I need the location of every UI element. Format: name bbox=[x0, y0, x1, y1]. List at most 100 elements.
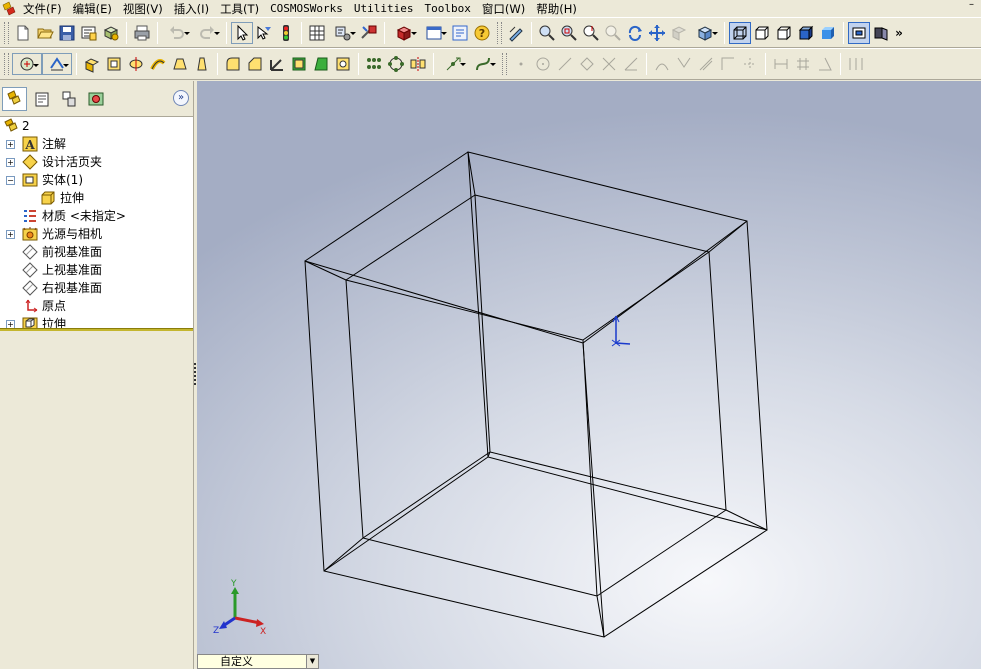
extruded-boss-button[interactable] bbox=[81, 53, 103, 75]
zoom-to-area-button[interactable] bbox=[558, 22, 580, 44]
revolve-button[interactable] bbox=[125, 53, 147, 75]
menu-utilities[interactable]: Utilities bbox=[350, 1, 421, 17]
tree-item-annotations[interactable]: + A 注解 bbox=[0, 135, 193, 153]
menu-tools[interactable]: 工具(T) bbox=[216, 1, 266, 17]
window-layout-button[interactable] bbox=[419, 22, 449, 44]
menu-toolbox[interactable]: Toolbox bbox=[421, 1, 478, 17]
zoom-in-out-button[interactable] bbox=[580, 22, 602, 44]
menu-cosmosworks[interactable]: COSMOSWorks bbox=[266, 1, 350, 17]
undo-button[interactable] bbox=[162, 22, 192, 44]
trim-button[interactable] bbox=[598, 53, 620, 75]
help-button[interactable]: ? bbox=[471, 22, 493, 44]
wireframe-shell-model[interactable] bbox=[304, 151, 768, 638]
select-other-button[interactable] bbox=[253, 22, 275, 44]
smart-dimension-button[interactable] bbox=[770, 53, 792, 75]
shadows-button[interactable] bbox=[870, 22, 892, 44]
rotate-view-button[interactable] bbox=[624, 22, 646, 44]
sketch-flyout-button[interactable] bbox=[42, 53, 72, 75]
hidden-lines-removed-button[interactable] bbox=[773, 22, 795, 44]
polygon-button[interactable] bbox=[576, 53, 598, 75]
grid-button[interactable] bbox=[306, 22, 328, 44]
view-orientation-button[interactable] bbox=[690, 22, 720, 44]
sweep-button[interactable] bbox=[147, 53, 169, 75]
more-tools-chevron-icon[interactable]: » bbox=[892, 26, 906, 40]
configuration-selector[interactable]: 自定义 ▼ bbox=[197, 654, 319, 669]
options-button[interactable] bbox=[328, 22, 358, 44]
collapse-panel-button[interactable]: » bbox=[173, 90, 189, 106]
tree-root[interactable]: 2 bbox=[0, 117, 193, 135]
sketch-point-button[interactable] bbox=[510, 53, 532, 75]
tab-feature-manager[interactable] bbox=[2, 86, 27, 111]
toolbar-grip[interactable] bbox=[502, 53, 507, 75]
offset-button[interactable] bbox=[695, 53, 717, 75]
zoom-to-selection-button[interactable] bbox=[602, 22, 624, 44]
rebuild-button[interactable] bbox=[275, 22, 297, 44]
menu-edit[interactable]: 编辑(E) bbox=[69, 1, 119, 17]
toolbar-grip[interactable] bbox=[4, 21, 9, 44]
tree-item-origin[interactable]: 原点 bbox=[0, 297, 193, 315]
sketch-mirror-button[interactable] bbox=[739, 53, 761, 75]
circle-button[interactable] bbox=[532, 53, 554, 75]
hidden-lines-visible-button[interactable] bbox=[751, 22, 773, 44]
pan-button[interactable] bbox=[646, 22, 668, 44]
tree-item-right-plane[interactable]: 右视基准面 bbox=[0, 279, 193, 297]
customize-button[interactable] bbox=[358, 22, 380, 44]
fillet-button[interactable] bbox=[222, 53, 244, 75]
section-view-button[interactable] bbox=[668, 22, 690, 44]
properties-button[interactable] bbox=[449, 22, 471, 44]
loft-cut-button[interactable] bbox=[191, 53, 213, 75]
circular-pattern-button[interactable] bbox=[385, 53, 407, 75]
tree-expander[interactable]: + bbox=[6, 230, 15, 239]
sketch-chamfer-button[interactable] bbox=[673, 53, 695, 75]
menu-file[interactable]: 文件(F) bbox=[19, 1, 69, 17]
tree-item-lights-cameras[interactable]: + 光源与相机 bbox=[0, 225, 193, 243]
menu-help[interactable]: 帮助(H) bbox=[532, 1, 584, 17]
convert-entities-button[interactable] bbox=[717, 53, 739, 75]
linear-pattern-button[interactable] bbox=[363, 53, 385, 75]
tree-item-design-binder[interactable]: + 设计活页夹 bbox=[0, 153, 193, 171]
tree-item-body-extrude[interactable]: 拉伸 bbox=[0, 189, 193, 207]
shell-button[interactable] bbox=[288, 53, 310, 75]
menu-view[interactable]: 视图(V) bbox=[119, 1, 170, 17]
angle-button[interactable] bbox=[814, 53, 836, 75]
tree-item-top-plane[interactable]: 上视基准面 bbox=[0, 261, 193, 279]
tab-configuration-manager[interactable] bbox=[56, 87, 81, 111]
chamfer-button[interactable] bbox=[244, 53, 266, 75]
tree-expander[interactable]: + bbox=[6, 158, 15, 167]
reference-geometry-button[interactable] bbox=[438, 53, 468, 75]
tree-item-material[interactable]: 材质 <未指定> bbox=[0, 207, 193, 225]
loft-button[interactable] bbox=[169, 53, 191, 75]
shaded-button[interactable] bbox=[817, 22, 839, 44]
toolbar-grip[interactable] bbox=[497, 21, 502, 44]
make-drawing-button[interactable] bbox=[78, 22, 100, 44]
extruded-cut-button[interactable] bbox=[103, 53, 125, 75]
tree-expander[interactable]: + bbox=[6, 140, 15, 149]
toolbar-grip[interactable] bbox=[4, 53, 9, 75]
rib-button[interactable] bbox=[266, 53, 288, 75]
extend-button[interactable] bbox=[620, 53, 642, 75]
tab-property-manager[interactable] bbox=[29, 87, 54, 111]
open-button[interactable] bbox=[34, 22, 56, 44]
shaded-with-edges-button[interactable] bbox=[795, 22, 817, 44]
graphics-area[interactable]: Y X Z bbox=[197, 81, 981, 669]
sketch-fillet-button[interactable] bbox=[651, 53, 673, 75]
relations-button[interactable] bbox=[845, 53, 867, 75]
wireframe-button[interactable] bbox=[729, 21, 751, 44]
menu-window[interactable]: 窗口(W) bbox=[478, 1, 532, 17]
sketch-grid-button[interactable] bbox=[792, 53, 814, 75]
menu-insert[interactable]: 插入(I) bbox=[170, 1, 216, 17]
redo-button[interactable] bbox=[192, 22, 222, 44]
tab-display-manager[interactable] bbox=[83, 87, 108, 111]
hole-wizard-button[interactable] bbox=[332, 53, 354, 75]
save-button[interactable] bbox=[56, 22, 78, 44]
chevron-down-icon[interactable]: ▼ bbox=[306, 655, 318, 668]
model-view[interactable]: Y X Z bbox=[197, 81, 981, 669]
tree-item-solid-bodies[interactable]: − 实体(1) bbox=[0, 171, 193, 189]
sketch-button[interactable] bbox=[505, 22, 527, 44]
perspective-button[interactable] bbox=[848, 21, 870, 44]
line-button[interactable] bbox=[554, 53, 576, 75]
features-flyout-button[interactable] bbox=[12, 53, 42, 75]
tree-item-front-plane[interactable]: 前视基准面 bbox=[0, 243, 193, 261]
zoom-to-fit-button[interactable] bbox=[536, 22, 558, 44]
tree-expander[interactable]: − bbox=[6, 176, 15, 185]
